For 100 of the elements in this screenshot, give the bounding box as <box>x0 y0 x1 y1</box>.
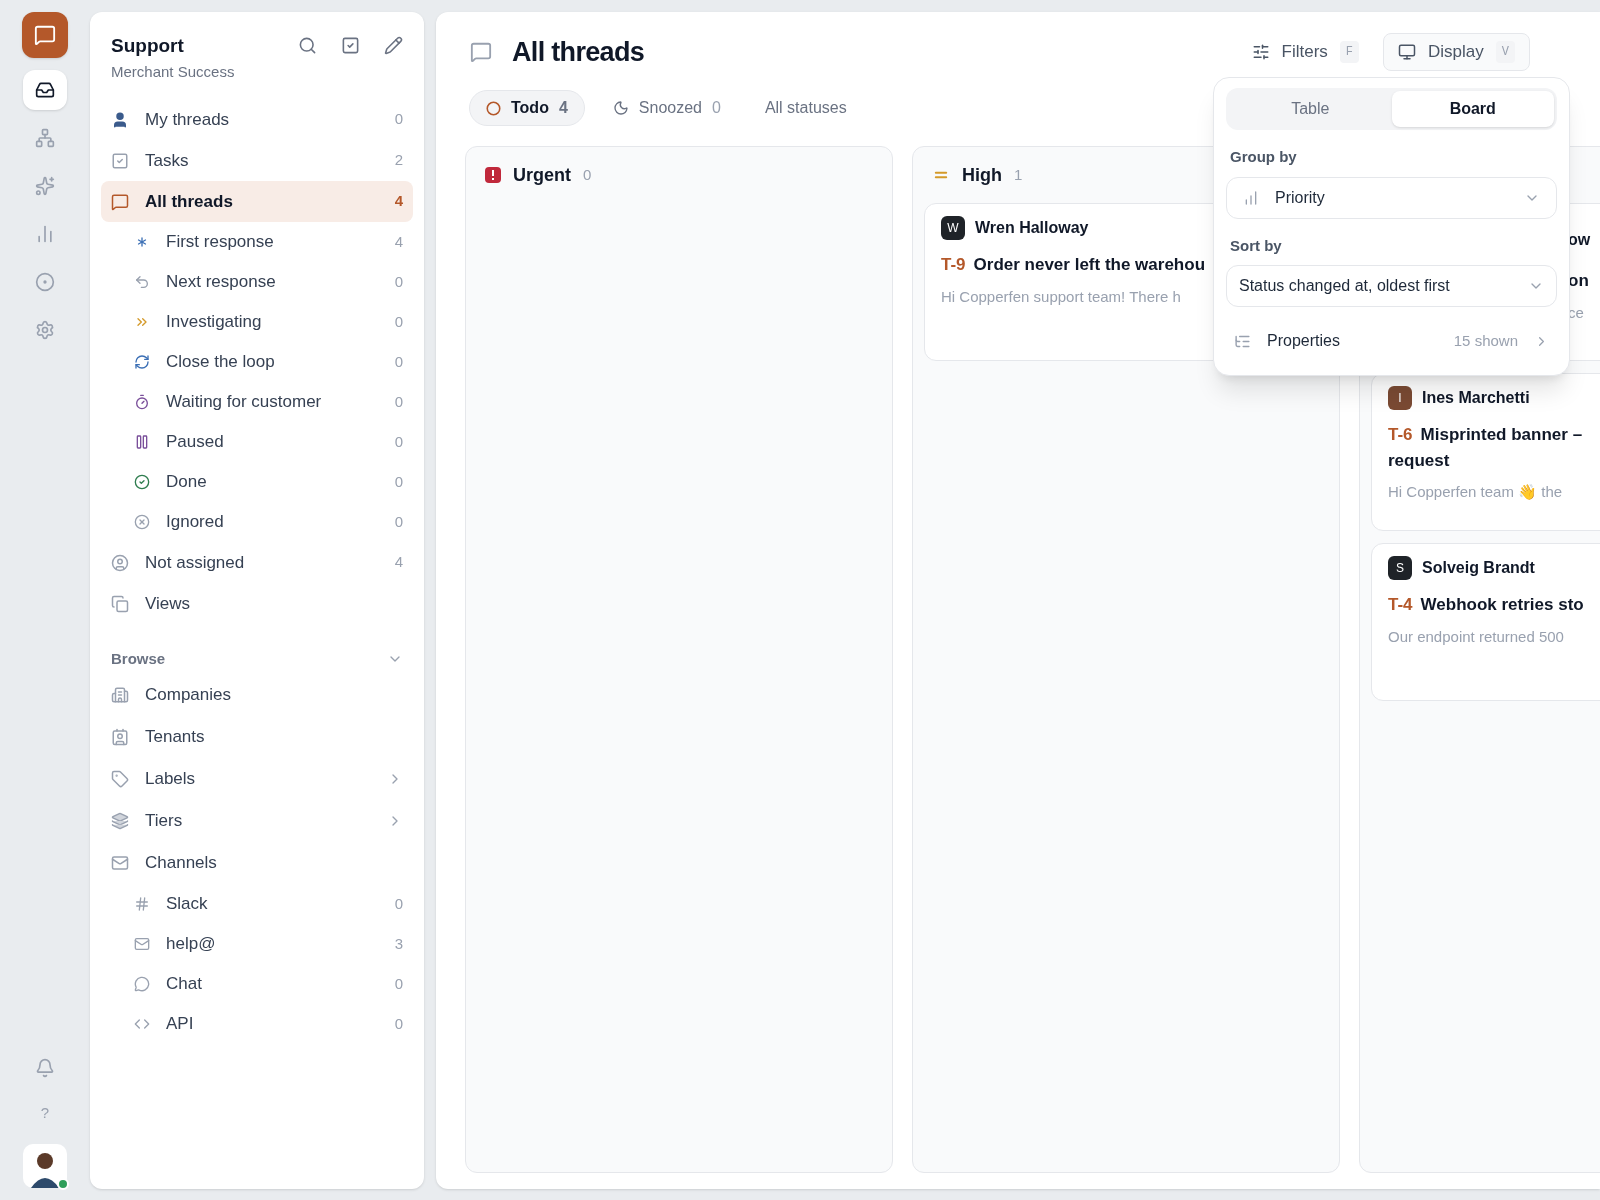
sidebar-item[interactable]: Labels <box>101 758 413 800</box>
chat-bubble-icon <box>134 976 150 992</box>
sidebar-item[interactable]: All threads 4 <box>101 181 413 222</box>
team-subtitle: Merchant Success <box>111 61 235 82</box>
pause-icon <box>134 434 150 450</box>
sidebar-subitem[interactable]: Investigating 0 <box>101 302 413 342</box>
thread-id: T-6 <box>1388 424 1413 446</box>
sidebar-item[interactable]: Not assigned 4 <box>101 542 413 583</box>
sort-by-select[interactable]: Status changed at, oldest first <box>1226 265 1557 307</box>
count: 0 <box>394 431 403 452</box>
item-label: My threads <box>145 108 231 131</box>
sidebar-subitem[interactable]: Slack 0 <box>101 884 413 924</box>
app-logo[interactable] <box>22 12 68 58</box>
item-label: Done <box>166 471 208 494</box>
thread-id: T-9 <box>941 254 966 276</box>
contact-card-icon <box>111 728 129 746</box>
display-button[interactable]: Display V <box>1383 33 1530 71</box>
customer-name: Wren Halloway <box>975 218 1089 238</box>
inbox-icon <box>35 80 55 100</box>
timer-icon <box>134 394 150 410</box>
group-by-label: Group by <box>1230 147 1298 167</box>
mail-icon <box>134 936 150 952</box>
item-label: Labels <box>145 768 197 791</box>
view-toggle[interactable]: Board <box>1391 91 1554 127</box>
sidebar-subitem[interactable]: Chat 0 <box>101 964 413 1004</box>
hash-icon <box>134 896 150 912</box>
mail-icon <box>111 854 129 872</box>
group-by-select[interactable]: Priority <box>1226 176 1557 219</box>
bar-chart-icon <box>1243 189 1259 206</box>
checkbox-icon[interactable] <box>341 36 360 55</box>
check-circle-icon <box>134 474 150 490</box>
thread-card[interactable]: I Ines Marchetti T-6 Misprinted banner – request Hi Copperfen team 👋 the <box>1371 373 1600 531</box>
sidebar-subitem[interactable]: Paused 0 <box>101 422 413 462</box>
sidebar-item[interactable]: Views <box>101 583 413 624</box>
count: 0 <box>394 1013 403 1034</box>
item-label: Waiting for customer <box>166 391 323 414</box>
sidebar-item[interactable]: Companies <box>101 674 413 716</box>
thread-preview: Our endpoint returned 500 <box>1388 626 1564 647</box>
count: 0 <box>394 391 403 412</box>
item-label: Ignored <box>166 511 225 534</box>
sidebar-subitem[interactable]: Close the loop 0 <box>101 342 413 382</box>
filters-button[interactable]: Filters F <box>1239 33 1372 71</box>
pencil-icon[interactable] <box>384 36 403 55</box>
moon-icon <box>612 100 629 116</box>
user-circle-icon <box>111 553 129 572</box>
sidebar-subitem[interactable]: help@ 3 <box>101 924 413 964</box>
rail-nav-button[interactable] <box>23 70 67 110</box>
item-label: Paused <box>166 431 225 454</box>
sidebar-item[interactable]: Tenants <box>101 716 413 758</box>
bell-icon[interactable] <box>35 1057 55 1078</box>
status-tab[interactable]: Todo 4 <box>469 90 585 126</box>
checkbox-icon <box>111 151 129 170</box>
sidebar-item[interactable]: My threads 0 <box>101 99 413 140</box>
sidebar-item[interactable]: Channels <box>101 842 413 884</box>
sidebar-subitem[interactable]: Next response 0 <box>101 262 413 302</box>
count: 0 <box>394 271 403 292</box>
column-title: Urgent <box>513 163 571 187</box>
shortcut-key: F <box>1339 41 1360 63</box>
thread-card[interactable]: S Solveig Brandt T-4 Webhook retries sto Our endpoint returned 500 <box>1371 543 1600 701</box>
chat-bubble-icon <box>470 41 492 63</box>
sidebar-subitem[interactable]: First response 4 <box>101 222 413 262</box>
sidebar-item[interactable]: Tiers <box>101 800 413 842</box>
thread-title: Webhook retries sto <box>1420 594 1584 616</box>
customer-name: Solveig Brandt <box>1422 558 1535 578</box>
column-count: 1 <box>1014 164 1023 185</box>
thread-preview: Hi Copperfen team 👋 the <box>1388 482 1563 502</box>
sidebar-subitem[interactable]: Ignored 0 <box>101 502 413 542</box>
thread-preview: Hi Copperfen support team! There h <box>941 286 1181 307</box>
item-label: Not assigned <box>145 551 246 574</box>
item-label: Close the loop <box>166 351 276 374</box>
sidebar-item[interactable]: Tasks 2 <box>101 140 413 181</box>
status-tab[interactable]: Snoozed 0 <box>596 90 737 126</box>
x-circle-icon <box>134 514 150 530</box>
item-label: Next response <box>166 271 277 294</box>
monitor-icon <box>1398 43 1417 61</box>
column-title: High <box>962 163 1002 187</box>
count: 0 <box>394 311 403 332</box>
count: 0 <box>394 109 403 130</box>
sliders-icon <box>1251 43 1270 61</box>
avatar-initial: W <box>941 216 965 240</box>
item-label: Companies <box>145 684 232 707</box>
sparkles-icon <box>35 176 55 196</box>
view-toggle[interactable]: Table <box>1229 91 1392 127</box>
column-count: 0 <box>583 164 592 185</box>
item-label: Chat <box>166 973 203 996</box>
count: 4 <box>394 552 403 573</box>
search-icon[interactable] <box>298 36 317 55</box>
person-icon <box>111 110 129 129</box>
item-label: Channels <box>145 852 218 875</box>
sidebar-subitem[interactable]: Done 0 <box>101 462 413 502</box>
tag-icon <box>111 770 129 788</box>
sidebar-subitem[interactable]: API 0 <box>101 1004 413 1044</box>
avatar-icon[interactable] <box>23 1144 67 1188</box>
code-icon <box>134 1016 150 1032</box>
building-icon <box>111 686 129 704</box>
sidebar-subitem[interactable]: Waiting for customer 0 <box>101 382 413 422</box>
item-label: Tasks <box>145 149 190 172</box>
status-tab[interactable]: All statuses <box>748 90 863 126</box>
section-heading: Browse <box>111 648 166 669</box>
item-label: help@ <box>166 933 217 956</box>
